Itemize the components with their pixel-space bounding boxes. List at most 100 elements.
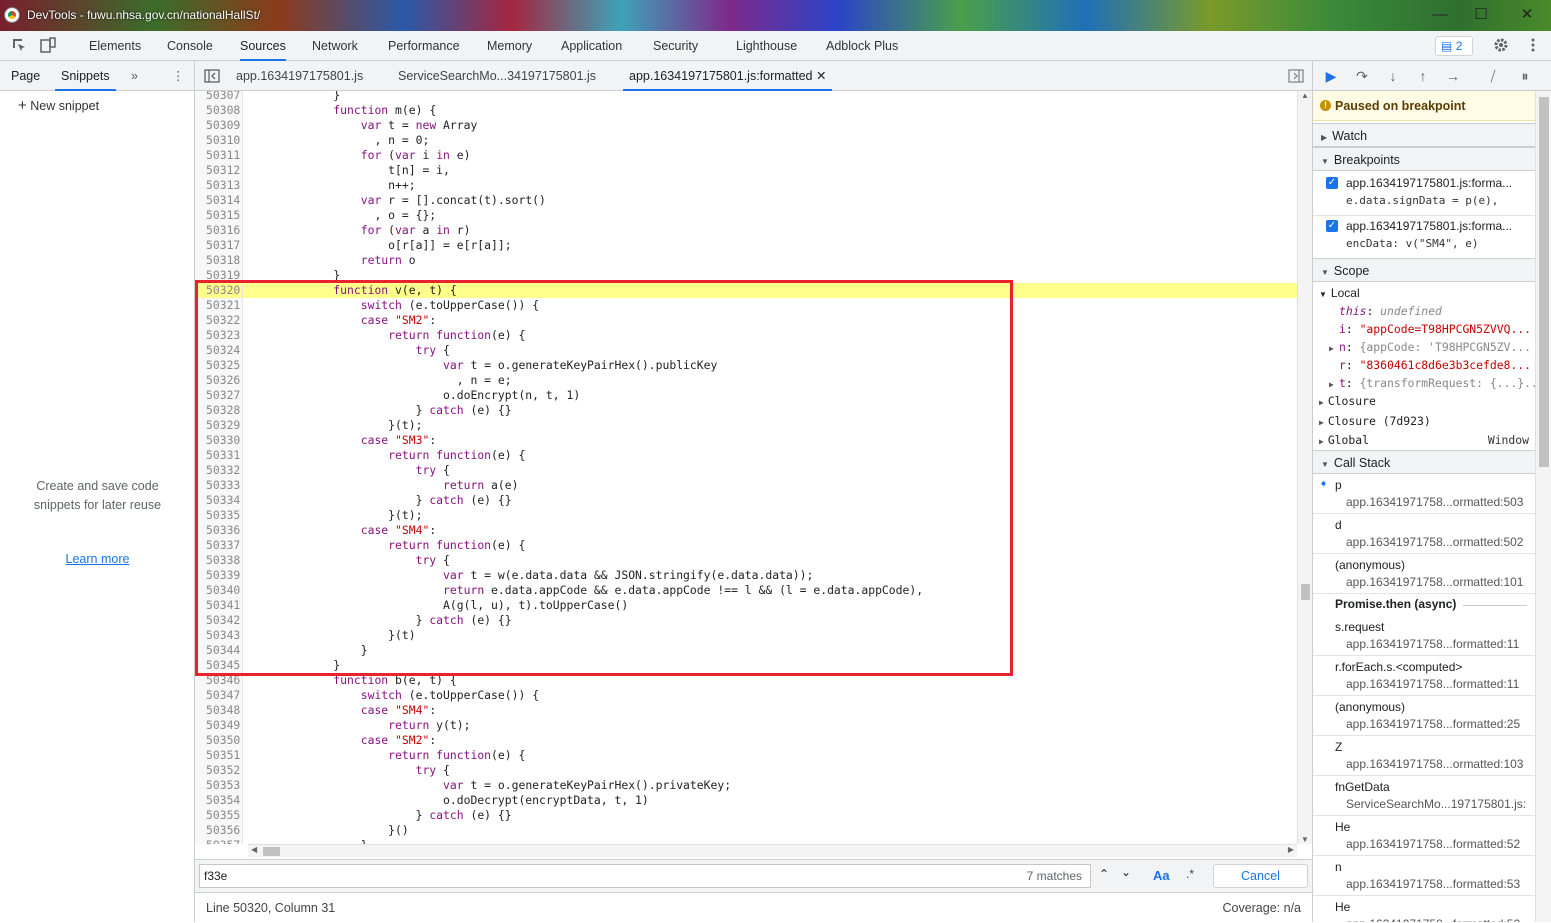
line-number[interactable]: 50319 bbox=[195, 268, 243, 283]
code-line[interactable]: 50316 for (var a in r) bbox=[195, 223, 1297, 238]
code-line[interactable]: 50351 return function(e) { bbox=[195, 748, 1297, 763]
tab-network[interactable]: Network bbox=[312, 31, 358, 61]
gear-icon[interactable] bbox=[1493, 37, 1509, 53]
regex-toggle[interactable]: .* bbox=[1186, 867, 1194, 881]
code-line[interactable]: 50311 for (var i in e) bbox=[195, 148, 1297, 163]
scroll-thumb[interactable] bbox=[1301, 584, 1310, 600]
tab-adblock-plus[interactable]: Adblock Plus bbox=[826, 31, 898, 61]
code-line[interactable]: 50330 case "SM3": bbox=[195, 433, 1297, 448]
search-input[interactable]: f33e 7 matches bbox=[199, 864, 1091, 888]
step-out-icon[interactable]: ↑ bbox=[1414, 67, 1432, 85]
code-line[interactable]: 50318 return o bbox=[195, 253, 1297, 268]
scroll-up-arrow-icon[interactable]: ▲ bbox=[1301, 91, 1309, 100]
more-options-icon[interactable] bbox=[1525, 37, 1541, 53]
code-line[interactable]: 50338 try { bbox=[195, 553, 1297, 568]
code-line[interactable]: 50327 o.doEncrypt(n, t, 1) bbox=[195, 388, 1297, 403]
code-line[interactable]: 50339 var t = w(e.data.data && JSON.stri… bbox=[195, 568, 1297, 583]
tab-lighthouse[interactable]: Lighthouse bbox=[736, 31, 797, 61]
line-number[interactable]: 50332 bbox=[195, 463, 243, 478]
code-line[interactable]: 50337 return function(e) { bbox=[195, 538, 1297, 553]
code-line[interactable]: 50325 var t = o.generateKeyPairHex().pub… bbox=[195, 358, 1297, 373]
code-line[interactable]: 50346 function b(e, t) { bbox=[195, 673, 1297, 688]
code-line[interactable]: 50349 return y(t); bbox=[195, 718, 1297, 733]
tab-sources[interactable]: Sources bbox=[240, 31, 286, 61]
code-line[interactable]: 50356 }() bbox=[195, 823, 1297, 838]
line-number[interactable]: 50335 bbox=[195, 508, 243, 523]
code-line[interactable]: 50319 } bbox=[195, 268, 1297, 283]
code-line[interactable]: 50326 , n = e; bbox=[195, 373, 1297, 388]
line-number[interactable]: 50311 bbox=[195, 148, 243, 163]
code-line[interactable]: 50336 case "SM4": bbox=[195, 523, 1297, 538]
close-tab-icon[interactable]: ✕ bbox=[816, 69, 826, 83]
code-line[interactable]: 50307 } bbox=[195, 91, 1297, 103]
more-tabs-chevron-icon[interactable]: » bbox=[131, 61, 138, 91]
breakpoint-checkbox[interactable]: ✓ bbox=[1326, 220, 1338, 232]
file-tab-app-formatted[interactable]: app.1634197175801.js:formatted ✕ bbox=[623, 61, 833, 91]
line-number[interactable]: 50336 bbox=[195, 523, 243, 538]
line-number[interactable]: 50309 bbox=[195, 118, 243, 133]
line-number[interactable]: 50342 bbox=[195, 613, 243, 628]
code-line[interactable]: 50342 } catch (e) {} bbox=[195, 613, 1297, 628]
minimize-button[interactable]: — bbox=[1418, 4, 1462, 26]
line-number[interactable]: 50338 bbox=[195, 553, 243, 568]
line-number[interactable]: 50334 bbox=[195, 493, 243, 508]
code-line[interactable]: 50314 var r = [].concat(t).sort() bbox=[195, 193, 1297, 208]
call-frame[interactable]: He app.16341971758...formatted:52 bbox=[1313, 816, 1535, 856]
line-number[interactable]: 50308 bbox=[195, 103, 243, 118]
code-line[interactable]: 50322 case "SM2": bbox=[195, 313, 1297, 328]
hscroll-thumb[interactable] bbox=[263, 847, 280, 856]
code-line[interactable]: 50355 } catch (e) {} bbox=[195, 808, 1297, 823]
new-snippet-button[interactable]: + New snippet bbox=[18, 97, 99, 114]
scope-variable[interactable]: ▶ n: {appCode: 'T98HPCGN5ZV... bbox=[1313, 338, 1535, 356]
line-number[interactable]: 50320 bbox=[195, 283, 243, 298]
code-line[interactable]: 50335 }(t); bbox=[195, 508, 1297, 523]
code-line[interactable]: 50334 } catch (e) {} bbox=[195, 493, 1297, 508]
scope-variable[interactable]: this: undefined bbox=[1313, 302, 1535, 320]
line-number[interactable]: 50317 bbox=[195, 238, 243, 253]
code-line[interactable]: 50308 function m(e) { bbox=[195, 103, 1297, 118]
coverage-status[interactable]: Coverage: n/a bbox=[1222, 893, 1301, 923]
line-number[interactable]: 50310 bbox=[195, 133, 243, 148]
step-icon[interactable]: → bbox=[1444, 67, 1462, 85]
line-number[interactable]: 50333 bbox=[195, 478, 243, 493]
step-over-icon[interactable]: ↷ bbox=[1353, 67, 1371, 85]
line-number[interactable]: 50312 bbox=[195, 163, 243, 178]
line-number[interactable]: 50337 bbox=[195, 538, 243, 553]
previous-match-chevron-up-icon[interactable]: ⌃ bbox=[1099, 867, 1109, 881]
line-number[interactable]: 50315 bbox=[195, 208, 243, 223]
call-frame[interactable]: (anonymous) app.16341971758...ormatted:10… bbox=[1313, 554, 1535, 594]
code-line[interactable]: 50341 A(g(l, u), t).toUpperCase() bbox=[195, 598, 1297, 613]
code-line[interactable]: 50353 var t = o.generateKeyPairHex().pri… bbox=[195, 778, 1297, 793]
close-window-button[interactable]: ✕ bbox=[1505, 4, 1549, 26]
file-tab-servicesearch-js[interactable]: ServiceSearchMo...34197175801.js bbox=[398, 61, 596, 91]
tab-memory[interactable]: Memory bbox=[487, 31, 532, 61]
tab-performance[interactable]: Performance bbox=[388, 31, 460, 61]
line-number[interactable]: 50343 bbox=[195, 628, 243, 643]
scroll-down-arrow-icon[interactable]: ▼ bbox=[1301, 835, 1309, 844]
code-line[interactable]: 50312 t[n] = i, bbox=[195, 163, 1297, 178]
line-number[interactable]: 50355 bbox=[195, 808, 243, 823]
code-line[interactable]: 50340 return e.data.appCode && e.data.ap… bbox=[195, 583, 1297, 598]
navigator-menu-icon[interactable]: ⋮ bbox=[172, 61, 185, 91]
watch-section-header[interactable]: ▶ Watch bbox=[1313, 123, 1535, 147]
toggle-navigator-icon[interactable] bbox=[204, 68, 220, 84]
line-number[interactable]: 50356 bbox=[195, 823, 243, 838]
call-frame[interactable]: n app.16341971758...formatted:53 bbox=[1313, 856, 1535, 896]
breakpoints-section-header[interactable]: ▼ Breakpoints bbox=[1313, 147, 1535, 171]
line-number[interactable]: 50349 bbox=[195, 718, 243, 733]
line-number[interactable]: 50354 bbox=[195, 793, 243, 808]
tab-elements[interactable]: Elements bbox=[89, 31, 141, 61]
code-view[interactable]: 50307 } 50308 function m(e) {50309 var t … bbox=[195, 91, 1297, 844]
code-line[interactable]: 50313 n++; bbox=[195, 178, 1297, 193]
scope-group[interactable]: ▶ Closure bbox=[1313, 392, 1535, 410]
line-number[interactable]: 50318 bbox=[195, 253, 243, 268]
sidebar-scrollbar[interactable] bbox=[1535, 91, 1551, 922]
cancel-search-button[interactable]: Cancel bbox=[1213, 864, 1308, 888]
call-frame[interactable]: r.forEach.s.<computed> app.16341971758...… bbox=[1313, 656, 1535, 696]
file-tab-app-js[interactable]: app.1634197175801.js bbox=[236, 61, 363, 91]
breakpoint-checkbox[interactable]: ✓ bbox=[1326, 177, 1338, 189]
line-number[interactable]: 50307 bbox=[195, 91, 243, 103]
match-case-toggle[interactable]: Aa bbox=[1153, 868, 1170, 883]
code-line[interactable]: 50315 , o = {}; bbox=[195, 208, 1297, 223]
line-number[interactable]: 50326 bbox=[195, 373, 243, 388]
